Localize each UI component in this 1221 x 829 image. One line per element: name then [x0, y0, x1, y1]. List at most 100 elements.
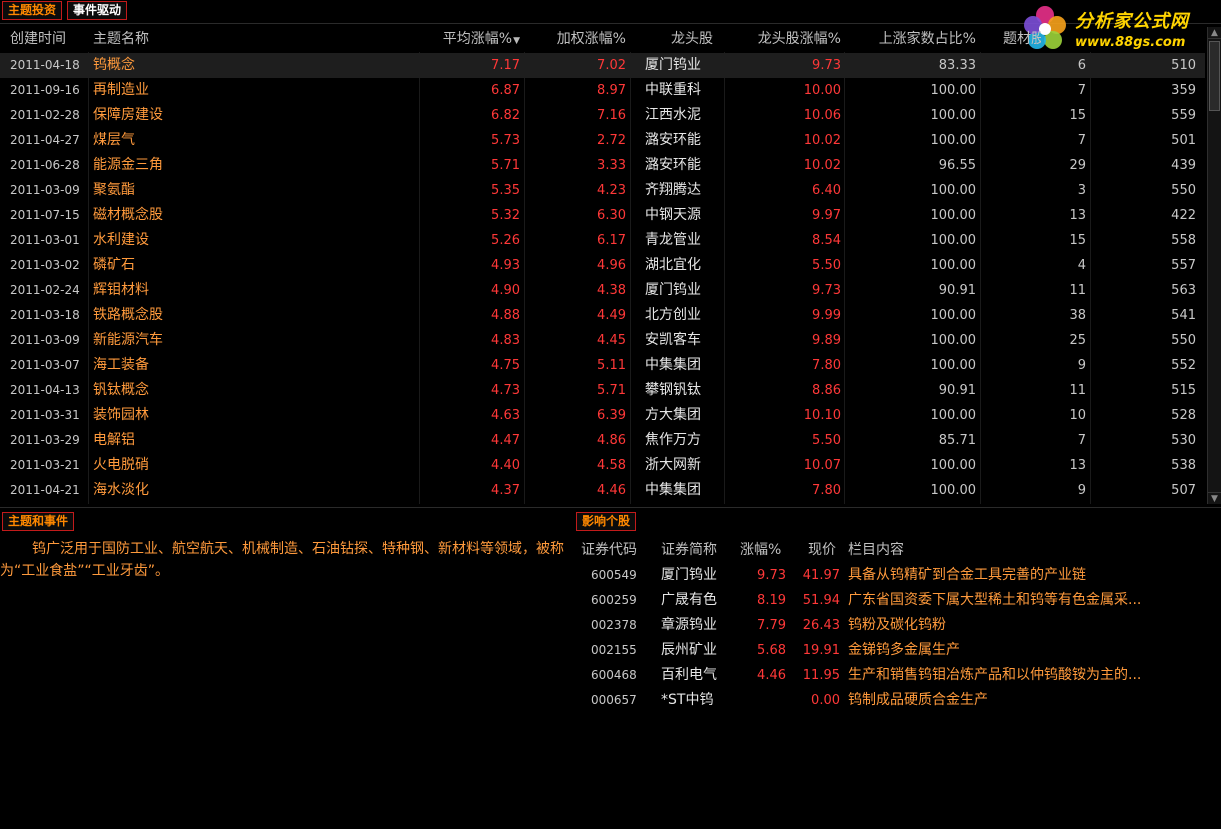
cell-up-ratio: 100.00 — [930, 83, 977, 98]
table-row[interactable]: 2011-09-16 再制造业 6.87 8.97 中联重科 10.00 100.00 7 35… — [0, 78, 1205, 103]
cell-avg-gain: 4.90 — [491, 283, 520, 298]
cell-column-content: 生产和销售钨钼冶炼产品和以仲钨酸铵为主的... — [848, 667, 1142, 683]
cell-column-content: 金锑钨多金属生产 — [848, 642, 960, 658]
cell-up-ratio: 100.00 — [930, 133, 977, 148]
cell-up-ratio: 100.00 — [930, 208, 977, 223]
cell-theme-name: 海水淡化 — [93, 482, 149, 498]
cell-leader-gain: 10.00 — [803, 83, 841, 98]
stock-row[interactable]: 600259 广晟有色 8.19 51.94 广东省国资委下属大型稀土和钨等有色金属采.… — [576, 588, 1216, 613]
header-up-ratio[interactable]: 上涨家数占比% — [879, 26, 976, 52]
tab-theme-investment[interactable]: 主题投资 — [2, 1, 63, 20]
table-row[interactable]: 2011-04-21 海水淡化 4.37 4.46 中集集团 7.80 100.00 9 507 — [0, 478, 1205, 503]
cell-weighted-gain: 4.23 — [597, 183, 626, 198]
cell-last-value: 538 — [1171, 458, 1196, 473]
cell-create-time: 2011-03-18 — [10, 308, 80, 322]
cell-security-name: 百利电气 — [661, 667, 717, 683]
cell-stock-count: 6 — [1077, 58, 1086, 73]
cell-security-code: 600549 — [591, 568, 637, 582]
table-row[interactable]: 2011-02-28 保障房建设 6.82 7.16 江西水泥 10.06 100.00 15… — [0, 103, 1205, 128]
cell-current-price: 0.00 — [811, 693, 840, 708]
cell-security-code: 600468 — [591, 668, 637, 682]
table-row[interactable]: 2011-03-07 海工装备 4.75 5.11 中集集团 7.80 100.00 9 552 — [0, 353, 1205, 378]
cell-up-ratio: 100.00 — [930, 183, 977, 198]
cell-up-ratio: 100.00 — [930, 308, 977, 323]
cell-leader-stock: 江西水泥 — [645, 107, 701, 123]
cell-theme-name: 磁材概念股 — [93, 207, 163, 223]
table-row[interactable]: 2011-03-09 新能源汽车 4.83 4.45 安凯客车 9.89 100.00 25 5… — [0, 328, 1205, 353]
cell-create-time: 2011-03-02 — [10, 258, 80, 272]
cell-avg-gain: 7.17 — [491, 58, 520, 73]
cell-last-value: 422 — [1171, 208, 1196, 223]
cell-leader-gain: 9.99 — [812, 308, 841, 323]
cell-stock-count: 15 — [1069, 108, 1086, 123]
scroll-up-arrow-icon[interactable]: ▲ — [1208, 27, 1221, 39]
cell-avg-gain: 4.63 — [491, 408, 520, 423]
table-row[interactable]: 2011-06-28 能源金三角 5.71 3.33 潞安环能 10.02 96.55 29 4… — [0, 153, 1205, 178]
table-row[interactable]: 2011-03-09 聚氨酯 5.35 4.23 齐翔腾达 6.40 100.00 3 550 — [0, 178, 1205, 203]
cell-leader-gain: 10.07 — [803, 458, 841, 473]
cell-leader-stock: 北方创业 — [645, 307, 701, 323]
cell-create-time: 2011-04-18 — [10, 58, 80, 72]
table-row[interactable]: 2011-04-18 钨概念 7.17 7.02 厦门钨业 9.73 83.33 6 510 — [0, 53, 1205, 78]
table-row[interactable]: 2011-03-29 电解铝 4.47 4.86 焦作万方 5.50 85.71 7 530 — [0, 428, 1205, 453]
tab-event-driven[interactable]: 事件驱动 — [67, 1, 128, 20]
cell-create-time: 2011-03-21 — [10, 458, 80, 472]
table-row[interactable]: 2011-02-24 辉钼材料 4.90 4.38 厦门钨业 9.73 90.91 11 563 — [0, 278, 1205, 303]
vertical-scrollbar[interactable]: ▲ ▼ — [1207, 27, 1221, 504]
cell-last-value: 501 — [1171, 133, 1196, 148]
tab-affected-stocks[interactable]: 影响个股 — [576, 512, 637, 531]
cell-weighted-gain: 4.96 — [597, 258, 626, 273]
table-row[interactable]: 2011-04-13 钒钛概念 4.73 5.71 攀钢钒钛 8.86 90.91 11 515 — [0, 378, 1205, 403]
cell-leader-gain: 9.89 — [812, 333, 841, 348]
cell-weighted-gain: 4.49 — [597, 308, 626, 323]
cell-avg-gain: 4.40 — [491, 458, 520, 473]
header-weighted-gain[interactable]: 加权涨幅% — [557, 26, 626, 52]
scroll-down-arrow-icon[interactable]: ▼ — [1208, 492, 1221, 504]
cell-stock-count: 9 — [1077, 358, 1086, 373]
cell-leader-stock: 湖北宜化 — [645, 257, 701, 273]
header-avg-gain[interactable]: 平均涨幅%▼ — [443, 26, 520, 52]
header-stock-gain[interactable]: 涨幅% — [740, 538, 781, 562]
cell-security-code: 002378 — [591, 618, 637, 632]
header-create-time[interactable]: 创建时间 — [10, 26, 66, 52]
header-theme-name[interactable]: 主题名称 — [93, 26, 149, 52]
header-leader-gain[interactable]: 龙头股涨幅% — [758, 26, 841, 52]
cell-leader-stock: 中集集团 — [645, 482, 701, 498]
stock-row[interactable]: 002155 辰州矿业 5.68 19.91 金锑钨多金属生产 — [576, 638, 1216, 663]
cell-leader-gain: 9.73 — [812, 58, 841, 73]
header-stock-count[interactable]: 题材股个数 — [1003, 26, 1041, 52]
table-row[interactable]: 2011-03-21 火电脱硝 4.40 4.58 浙大网新 10.07 100.00 13 5… — [0, 453, 1205, 478]
cell-last-value: 550 — [1171, 333, 1196, 348]
cell-create-time: 2011-06-28 — [10, 158, 80, 172]
cell-weighted-gain: 4.38 — [597, 283, 626, 298]
cell-theme-name: 钨概念 — [93, 57, 135, 73]
table-row[interactable]: 2011-07-15 磁材概念股 5.32 6.30 中钢天源 9.97 100.00 13 4… — [0, 203, 1205, 228]
header-security-name[interactable]: 证券简称 — [661, 538, 717, 562]
table-row[interactable]: 2011-03-18 铁路概念股 4.88 4.49 北方创业 9.99 100.00 38 5… — [0, 303, 1205, 328]
header-column-content[interactable]: 栏目内容 — [848, 538, 904, 562]
stock-row[interactable]: 002378 章源钨业 7.79 26.43 钨粉及碳化钨粉 — [576, 613, 1216, 638]
header-leader-stock[interactable]: 龙头股 — [671, 26, 713, 52]
cell-stock-count: 11 — [1069, 383, 1086, 398]
stock-row[interactable]: 600549 厦门钨业 9.73 41.97 具备从钨精矿到合金工具完善的产业链 — [576, 563, 1216, 588]
cell-avg-gain: 6.82 — [491, 108, 520, 123]
cell-security-name: 辰州矿业 — [661, 642, 717, 658]
table-row[interactable]: 2011-03-31 装饰园林 4.63 6.39 方大集团 10.10 100.00 10 5… — [0, 403, 1205, 428]
cell-create-time: 2011-03-09 — [10, 183, 80, 197]
tab-theme-and-event[interactable]: 主题和事件 — [2, 512, 75, 531]
table-row[interactable]: 2011-03-01 水利建设 5.26 6.17 青龙管业 8.54 100.00 15 55… — [0, 228, 1205, 253]
cell-column-content: 钨粉及碳化钨粉 — [848, 617, 946, 633]
cell-last-value: 558 — [1171, 233, 1196, 248]
cell-up-ratio: 100.00 — [930, 108, 977, 123]
cell-avg-gain: 5.73 — [491, 133, 520, 148]
cell-leader-gain: 5.50 — [812, 433, 841, 448]
header-security-code[interactable]: 证券代码 — [581, 538, 637, 562]
stock-row[interactable]: 600468 百利电气 4.46 11.95 生产和销售钨钼冶炼产品和以仲钨酸铵为主的.… — [576, 663, 1216, 688]
header-current-price[interactable]: 现价 — [808, 538, 836, 562]
scroll-thumb[interactable] — [1209, 41, 1220, 111]
table-row[interactable]: 2011-03-02 磷矿石 4.93 4.96 湖北宜化 5.50 100.00 4 557 — [0, 253, 1205, 278]
cell-weighted-gain: 8.97 — [597, 83, 626, 98]
cell-create-time: 2011-02-28 — [10, 108, 80, 122]
stock-row[interactable]: 000657 *ST中钨 0.00 钨制成品硬质合金生产 — [576, 688, 1216, 713]
table-row[interactable]: 2011-04-27 煤层气 5.73 2.72 潞安环能 10.02 100.00 7 501 — [0, 128, 1205, 153]
